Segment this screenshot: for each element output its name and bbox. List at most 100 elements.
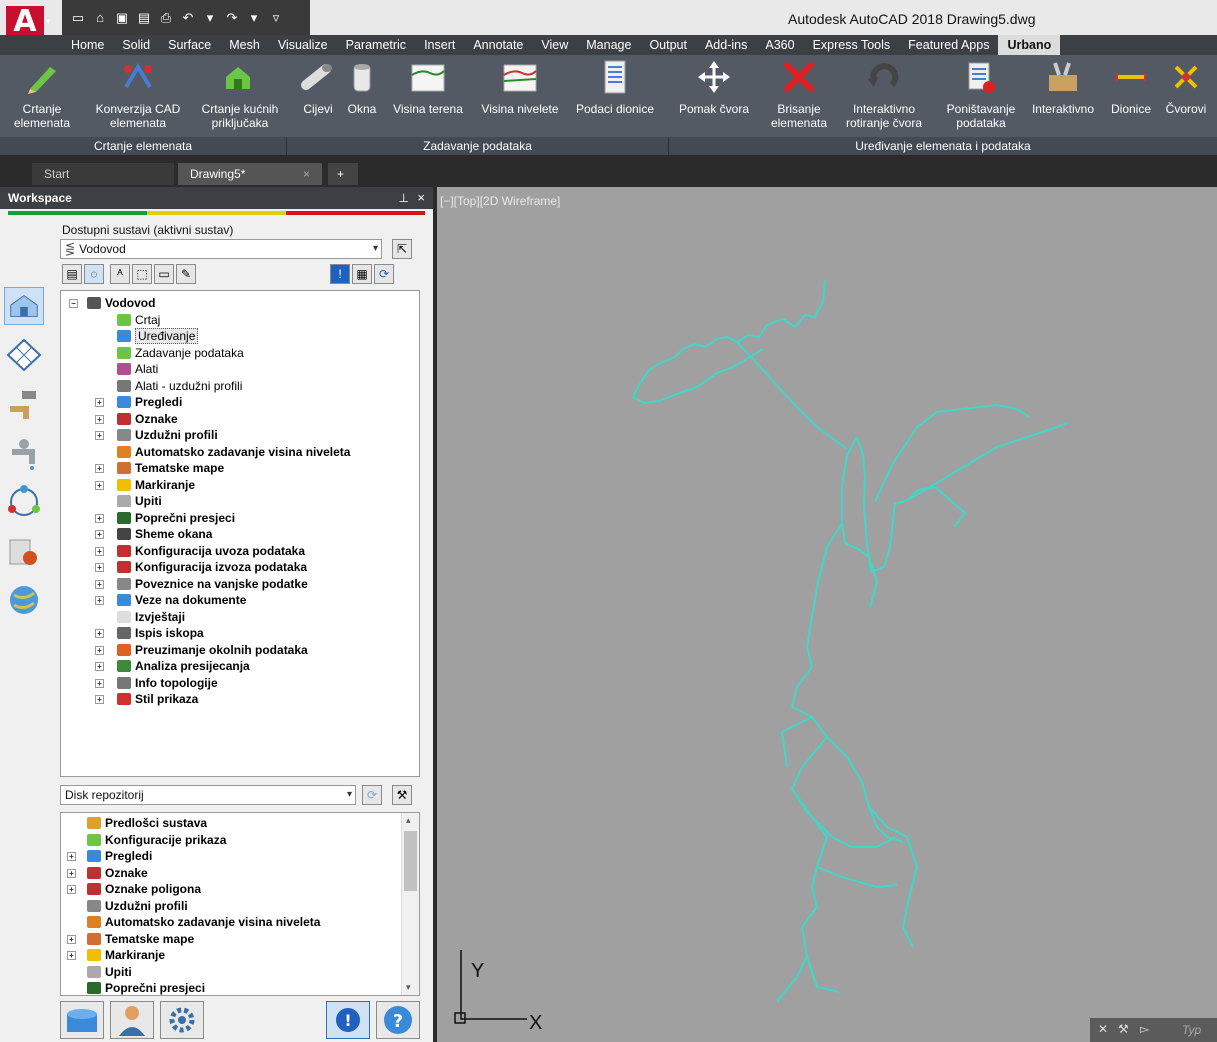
tree-item[interactable]: + Pregledi [67,848,152,864]
ribbon-tab-solid[interactable]: Solid [113,35,159,55]
abc-icon[interactable]: ᴬ [110,264,130,284]
refresh-icon[interactable]: ⟳ [374,264,394,284]
crtanje-kucnih-button[interactable]: Crtanje kućnih priključaka [192,59,288,130]
tree-item[interactable]: + Konfiguracija izvoza podataka [95,559,307,575]
scroll-up-icon[interactable]: ▴ [406,815,411,826]
tab-close-icon[interactable]: × [303,163,310,185]
tree-item[interactable]: + Markiranje [95,477,195,493]
tree-item[interactable]: + Oznake poligona [67,881,201,897]
cijevi-button[interactable]: Cijevi [296,59,340,116]
faucet-icon[interactable] [4,434,44,472]
ribbon-tab-manage[interactable]: Manage [577,35,640,55]
redo-dropdown-icon[interactable]: ▾ [246,10,262,26]
expand-icon[interactable]: + [95,480,104,490]
ribbon-tab-surface[interactable]: Surface [159,35,220,55]
ribbon-tab-mesh[interactable]: Mesh [220,35,269,55]
tree-item[interactable]: Upiti [97,493,162,509]
tree-item[interactable]: Zadavanje podataka [97,345,244,361]
interaktivno-button[interactable]: Interaktivno [1024,59,1102,116]
repository-tree[interactable]: ▴ ▾ Predlošci sustava Konfiguracije prika… [60,812,420,996]
tree-item[interactable]: Alati [97,361,158,377]
expand-icon[interactable]: + [67,868,76,878]
ribbon-tab-home[interactable]: Home [62,35,113,55]
save-icon[interactable]: ▣ [114,10,130,26]
tree-item[interactable]: Uzdužni profili [69,898,188,914]
cvorovi-button[interactable]: Čvorovi [1158,59,1214,116]
tree-item[interactable]: Izvještaji [97,609,185,625]
pipe-faucet-icon[interactable] [4,385,44,423]
tree-item[interactable]: + Veze na dokumente [95,592,246,608]
tree-item[interactable]: + Uzdužni profili [95,427,218,443]
expand-icon[interactable]: + [67,951,76,960]
system-tree[interactable]: − Vodovod Crtaj Uređivanje Zadavanje podatak… [60,290,420,777]
expand-icon[interactable]: + [95,464,104,473]
tree-item[interactable]: + Pregledi [95,394,182,410]
tree-item[interactable]: Alati - uzdužni profili [97,378,242,394]
ribbon-tab-a360[interactable]: A360 [756,35,803,55]
house-icon[interactable] [4,287,44,325]
tree-item[interactable]: + Sheme okana [95,526,212,542]
info-icon[interactable]: ! [330,264,350,284]
ribbon-tab-insert[interactable]: Insert [415,35,464,55]
tree-item[interactable]: − Vodovod [69,295,155,311]
expand-icon[interactable]: + [95,414,104,424]
undo-icon[interactable]: ↶ [180,10,196,26]
select-icon[interactable]: ⬚ [132,264,152,284]
save-as-icon[interactable]: ▤ [136,10,152,26]
tree-item[interactable]: + Poveznice na vanjske podatke [95,576,308,592]
tree-item[interactable]: Automatsko zadavanje visina niveleta [97,444,350,460]
ribbon-tab-parametric[interactable]: Parametric [337,35,415,55]
ribbon-tab-featured-apps[interactable]: Featured Apps [899,35,998,55]
command-input[interactable]: Typ [1182,1023,1201,1037]
tree-item[interactable]: Crtaj [97,312,160,328]
scroll-down-icon[interactable]: ▾ [406,982,411,993]
repository-select[interactable]: Disk repozitorij ▾ [60,785,356,805]
print-icon[interactable]: ⎙ [158,10,174,26]
drawing-viewport[interactable]: [−][Top][2D Wireframe] Y X ✕ ⚒ ▻ Typ [437,187,1217,1042]
expand-icon[interactable]: + [95,678,104,688]
globe-icon[interactable] [4,581,44,619]
tree-item[interactable]: + Poprečni presjeci [95,510,235,526]
expand-icon[interactable]: + [95,431,104,440]
dionice-button[interactable]: Dionice [1104,59,1158,116]
tab-drawing5[interactable]: Drawing5* × [178,163,322,185]
user-button[interactable] [110,1001,154,1039]
scrollbar[interactable]: ▴ ▾ [401,813,419,995]
brisanje-button[interactable]: Brisanje elemenata [764,59,834,130]
brush-icon[interactable]: ✎ [176,264,196,284]
ponistavanje-button[interactable]: Poništavanje podataka [936,59,1026,130]
tree-item[interactable]: + Analiza presijecanja [95,658,250,674]
help-button[interactable]: ? [376,1001,420,1039]
expand-icon[interactable]: + [95,546,104,556]
ribbon-tab-visualize[interactable]: Visualize [269,35,337,55]
ribbon-tab-express-tools[interactable]: Express Tools [804,35,900,55]
expand-icon[interactable]: + [67,852,76,861]
tree-item[interactable]: Upiti [69,964,132,980]
command-close-icon[interactable]: ✕ [1098,1022,1108,1036]
undo-dropdown-icon[interactable]: ▾ [202,10,218,26]
database-button[interactable] [60,1001,104,1039]
expand-icon[interactable]: + [95,629,104,638]
settings-button[interactable] [160,1001,204,1039]
scrollbar-thumb[interactable] [404,831,417,891]
expand-icon[interactable]: + [95,579,104,589]
systems-select[interactable]: ⋚ Vodovod ▾ [60,239,382,259]
wrench-icon[interactable]: ⚒ [1118,1022,1129,1036]
visina-nivelete-button[interactable]: Visina nivelete [472,59,568,116]
new-icon[interactable]: ▭ [70,10,86,26]
new-tab-button[interactable]: + [328,163,358,185]
network-icon[interactable] [4,483,44,521]
tree-item[interactable]: + Oznake [95,411,178,427]
tree-item[interactable]: Konfiguracije prikaza [69,832,226,848]
expand-icon[interactable]: + [95,645,104,655]
tree-item[interactable]: Poprečni presjeci [69,980,205,995]
tree-item[interactable]: + Markiranje [67,947,165,963]
tree-item[interactable]: + Tematske mape [67,931,194,947]
redo-icon[interactable]: ↷ [224,10,240,26]
ribbon-tab-urbano[interactable]: Urbano [998,35,1061,55]
close-icon[interactable]: × [417,187,425,209]
ribbon-tab-view[interactable]: View [532,35,577,55]
lightbulb-icon[interactable]: ◌ [84,264,104,284]
user-settings-icon[interactable] [4,532,44,570]
ribbon-tab-add-ins[interactable]: Add-ins [696,35,756,55]
